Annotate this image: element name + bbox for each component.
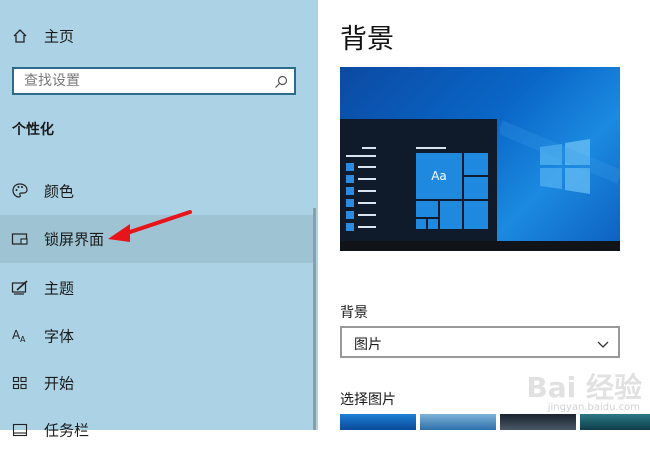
sidebar-scrollbar[interactable] — [313, 208, 316, 430]
theme-icon — [11, 279, 29, 297]
preview-start-menu: Aa — [340, 119, 497, 241]
sidebar-item-label: 任务栏 — [44, 421, 90, 440]
sidebar-item-start[interactable]: 开始 — [0, 359, 316, 407]
background-dropdown-value: 图片 — [354, 337, 382, 353]
picture-thumbnail[interactable] — [580, 414, 650, 430]
sidebar-item-fonts[interactable]: AA 字体 — [0, 312, 316, 360]
chevron-down-icon — [596, 336, 610, 350]
sidebar-item-taskbar[interactable]: 任务栏 — [0, 406, 316, 454]
nav-home-label: 主页 — [44, 27, 75, 46]
home-icon — [11, 27, 29, 45]
sidebar-item-label: 字体 — [44, 327, 75, 346]
main-panel: 背景 Aa 背景 图片 选择图片 Bai 经验 jingyan.baidu.co… — [318, 0, 650, 430]
background-preview: Aa — [340, 67, 620, 251]
taskbar-icon — [11, 421, 29, 439]
background-dropdown[interactable]: 图片 — [340, 326, 620, 358]
search-field[interactable] — [12, 67, 296, 95]
sidebar-item-label: 锁屏界面 — [44, 230, 105, 249]
preview-tile-aa: Aa — [416, 153, 462, 199]
picture-thumbnail[interactable] — [500, 414, 576, 430]
picture-thumbnail[interactable] — [340, 414, 416, 430]
baidu-watermark-url: jingyan.baidu.com — [547, 402, 640, 413]
windows-logo-icon — [500, 120, 620, 194]
choose-picture-label: 选择图片 — [340, 392, 396, 408]
sidebar-item-themes[interactable]: 主题 — [0, 264, 316, 312]
svg-text:A: A — [20, 335, 26, 344]
search-input[interactable] — [24, 72, 264, 90]
preview-taskbar — [340, 241, 620, 251]
lock-screen-icon — [11, 230, 29, 248]
sidebar-item-label: 主题 — [44, 279, 75, 298]
red-arrow-annotation — [108, 210, 192, 242]
search-icon[interactable] — [274, 74, 288, 88]
sidebar-item-label: 颜色 — [44, 182, 75, 201]
page-title: 背景 — [340, 24, 394, 55]
nav-home[interactable]: 主页 — [0, 12, 316, 60]
start-icon — [11, 374, 29, 392]
sidebar-item-label: 开始 — [44, 374, 75, 393]
baidu-watermark: Bai 经验 — [526, 371, 642, 404]
section-title: 个性化 — [12, 122, 54, 138]
picture-thumbnail[interactable] — [420, 414, 496, 430]
background-dropdown-label: 背景 — [340, 305, 368, 321]
font-icon: AA — [11, 327, 29, 345]
palette-icon — [11, 182, 29, 200]
